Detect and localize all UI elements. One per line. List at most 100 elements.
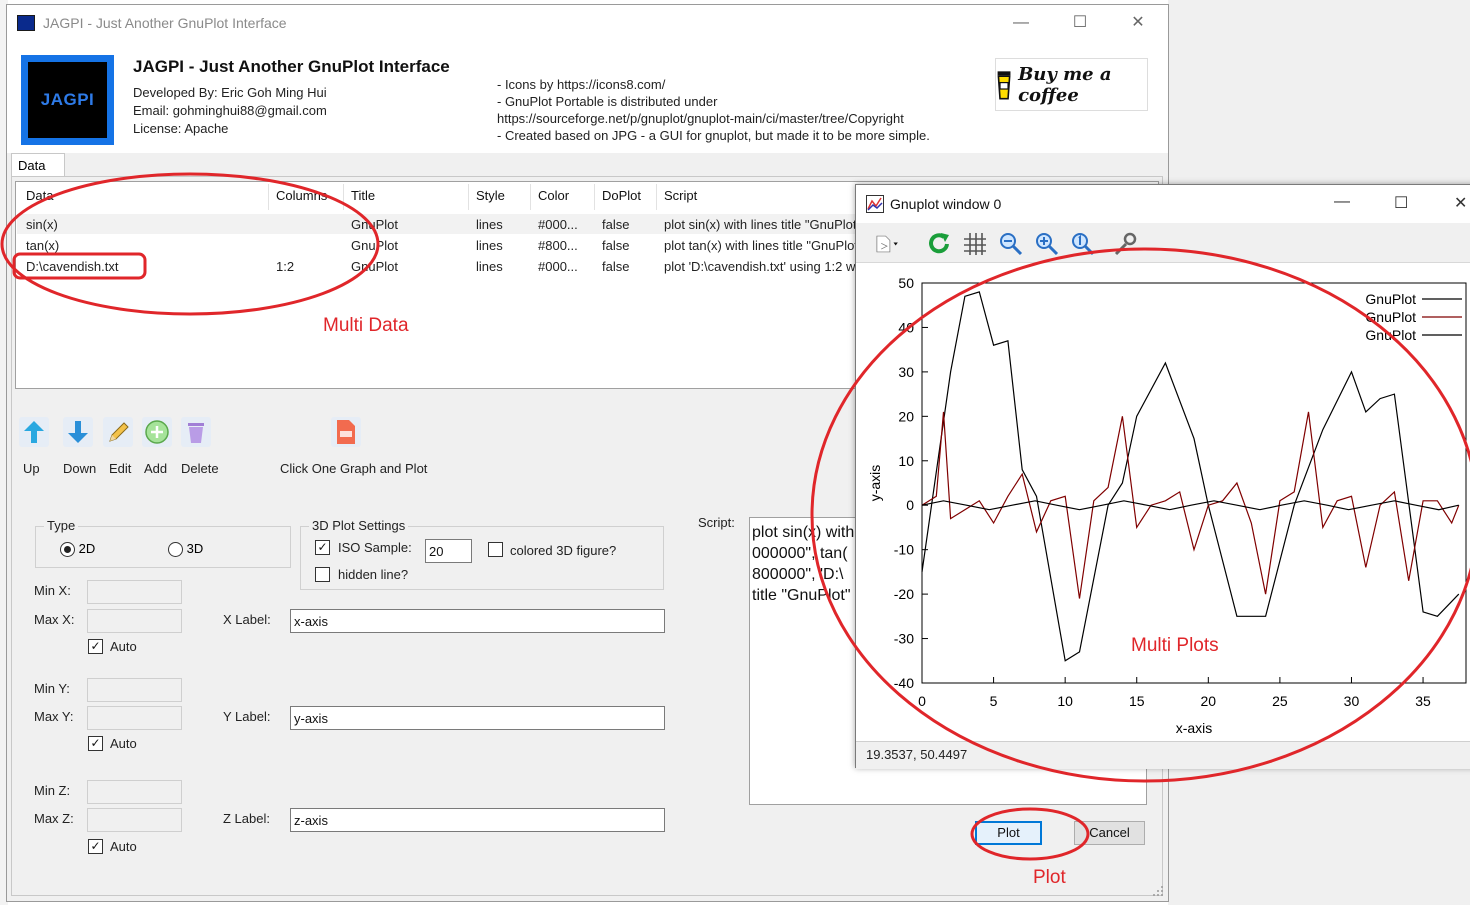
z-label-input[interactable]: z-axis [290, 808, 665, 832]
multi-plots-annotation: Multi Plots [1131, 635, 1219, 656]
down-button[interactable] [63, 417, 93, 447]
iso-sample-input[interactable]: 20 [425, 539, 472, 563]
max-x-label: Max X: [34, 612, 75, 627]
up-button[interactable] [19, 417, 49, 447]
zoom-reset-button[interactable] [1070, 231, 1096, 257]
grid-header-script[interactable]: Script [664, 188, 697, 203]
zoom-out-button[interactable] [998, 231, 1024, 257]
tab-data[interactable]: Data [11, 153, 65, 177]
x-tick-label: 30 [1344, 693, 1360, 709]
gnuplot-maximize-button[interactable]: ☐ [1394, 193, 1408, 213]
gnuplot-close-button[interactable]: ✕ [1454, 193, 1467, 213]
grid-header-columns[interactable]: Columns [276, 188, 327, 203]
grid-header-color[interactable]: Color [538, 188, 569, 203]
minimize-button[interactable]: — [998, 11, 1044, 35]
license-text: License: Apache [133, 121, 229, 136]
plot-button[interactable]: Plot [975, 821, 1042, 845]
options-button[interactable] [1112, 231, 1138, 257]
zoom-reset-icon [1072, 233, 1095, 256]
y-label-input[interactable]: y-axis [290, 706, 665, 730]
table-cell[interactable]: sin(x) [26, 217, 58, 232]
table-cell[interactable]: lines [476, 238, 503, 253]
grid-separator [268, 184, 269, 210]
grid-header-style[interactable]: Style [476, 188, 505, 203]
delete-button[interactable] [181, 417, 211, 447]
gnuplot-chart[interactable]: -40 -30 -20 -10 0 10 20 30 40 50 0 5 10 15 20 25 30 35 x-a… [856, 263, 1470, 741]
multi-data-annotation: Multi Data [323, 315, 409, 336]
x-label-input[interactable]: x-axis [290, 609, 665, 633]
x-tick-label: 5 [990, 693, 998, 709]
table-cell[interactable]: lines [476, 259, 503, 274]
gnuplot-window: Gnuplot window 0 — ☐ ✕ -40 -30 -20 -10 0 10 20… [855, 184, 1470, 769]
plot-annotation: Plot [1033, 867, 1066, 888]
max-y-label: Max Y: [34, 709, 74, 724]
auto-x-checkbox[interactable]: ✓ [88, 639, 103, 654]
y-tick-label: -10 [894, 542, 914, 558]
table-cell[interactable]: D:\cavendish.txt [26, 259, 119, 274]
close-button[interactable]: ✕ [1115, 11, 1161, 35]
zoom-in-icon [1036, 233, 1059, 256]
click-one-graph-plot-button[interactable] [331, 417, 361, 447]
buy-me-a-coffee-button[interactable]: Buy me a coffee [995, 58, 1148, 111]
min-y-input[interactable] [87, 678, 182, 702]
table-cell[interactable]: plot tan(x) with lines title "GnuPlot [664, 238, 864, 253]
table-cell[interactable]: GnuPlot [351, 238, 398, 253]
gnuplot-minimize-button[interactable]: — [1334, 193, 1350, 211]
grid-separator [594, 184, 595, 210]
colored-3d-checkbox[interactable] [488, 542, 503, 557]
hidden-line-checkbox[interactable] [315, 567, 330, 582]
type-group-title: Type [44, 518, 79, 533]
table-cell[interactable]: false [602, 259, 629, 274]
developer-text: Developed By: Eric Goh Ming Hui [133, 85, 327, 100]
grid-header-data[interactable]: Data [26, 188, 53, 203]
app-logo: JAGPI [21, 55, 114, 145]
table-cell[interactable]: false [602, 217, 629, 232]
table-cell[interactable]: #000... [538, 259, 578, 274]
table-cell[interactable]: tan(x) [26, 238, 59, 253]
grid-toggle-button[interactable] [962, 231, 988, 257]
gnuplot-status-bar: 19.3537, 50.4497 [856, 741, 1470, 769]
coffee-text: Buy me a coffee [1018, 63, 1112, 106]
delete-label: Delete [181, 461, 219, 476]
auto-y-checkbox[interactable]: ✓ [88, 736, 103, 751]
min-z-input[interactable] [87, 780, 182, 804]
table-cell[interactable]: #000... [538, 217, 578, 232]
z-label-label: Z Label: [223, 811, 270, 826]
y-tick-label: -30 [894, 631, 914, 647]
add-button[interactable] [142, 417, 172, 447]
auto-z-label: Auto [110, 839, 137, 854]
table-cell[interactable]: false [602, 238, 629, 253]
grid-header-doplot[interactable]: DoPlot [602, 188, 641, 203]
maximize-button[interactable]: ☐ [1057, 11, 1103, 35]
cancel-button[interactable]: Cancel [1074, 821, 1145, 845]
window-title: JAGPI - Just Another GnuPlot Interface [43, 15, 287, 31]
max-y-input[interactable] [87, 706, 182, 730]
gnuplot-title: Gnuplot window 0 [890, 196, 1002, 212]
radio-2d[interactable]: 2D [60, 541, 95, 558]
info-line: - Created based on JPG - a GUI for gnupl… [497, 128, 930, 143]
table-cell[interactable]: GnuPlot [351, 259, 398, 274]
table-cell[interactable]: plot sin(x) with lines title "GnuPlot [664, 217, 864, 232]
max-x-input[interactable] [87, 609, 182, 633]
iso-sample-checkbox[interactable]: ✓ [315, 540, 330, 555]
max-z-input[interactable] [87, 808, 182, 832]
table-cell[interactable]: 1:2 [276, 259, 294, 274]
auto-z-checkbox[interactable]: ✓ [88, 839, 103, 854]
info-line: - GnuPlot Portable is distributed under [497, 94, 718, 109]
table-cell[interactable]: lines [476, 217, 503, 232]
resize-grip-icon[interactable] [1152, 885, 1164, 897]
min-x-input[interactable] [87, 580, 182, 604]
document-export-icon [876, 235, 898, 253]
copy-export-button[interactable] [874, 231, 900, 257]
table-cell[interactable]: plot 'D:\cavendish.txt' using 1:2 w [664, 259, 864, 274]
table-cell[interactable]: GnuPlot [351, 217, 398, 232]
replot-button[interactable] [926, 231, 952, 257]
edit-button[interactable] [103, 417, 133, 447]
radio-3d[interactable]: 3D [168, 541, 203, 558]
arrow-up-icon [24, 421, 44, 443]
zoom-in-button[interactable] [1034, 231, 1060, 257]
grid-header-title[interactable]: Title [351, 188, 375, 203]
grid-separator [530, 184, 531, 210]
table-cell[interactable]: #800... [538, 238, 578, 253]
down-label: Down [63, 461, 97, 476]
